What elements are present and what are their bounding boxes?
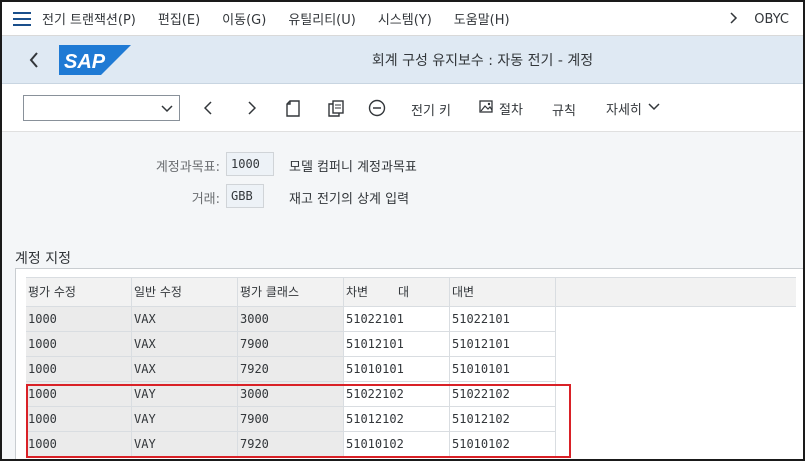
menu-system[interactable]: 시스템(Y) [378, 9, 432, 28]
cell-valuation-class: 3000 [238, 307, 344, 332]
cell-debit-account[interactable]: 51022101 [344, 307, 450, 332]
next-icon[interactable] [240, 96, 264, 120]
cell-credit-account[interactable]: 51022102 [450, 382, 556, 407]
column-header-valuation-class: 평가 클래스 [238, 277, 344, 307]
section-title: 계정 지정 [15, 251, 71, 267]
more-button[interactable]: 자세히 [606, 96, 660, 120]
rules-button[interactable]: 규칙 [552, 100, 576, 119]
cell-valuation-modifier: 1000 [26, 357, 132, 382]
cell-debit-account[interactable]: 51022102 [344, 382, 450, 407]
column-header-valuation-modifier: 평가 수정 [26, 277, 132, 307]
procedure-button[interactable]: 절차 [479, 96, 523, 120]
cell-general-modifier: VAX [132, 332, 238, 357]
cell-general-modifier: VAX [132, 307, 238, 332]
transaction-row: 거래: [2, 184, 220, 208]
debit-label: 차변 [346, 285, 369, 299]
hamburger-menu-icon[interactable] [2, 2, 42, 36]
column-header-general-modifier: 일반 수정 [132, 277, 238, 307]
menu-utilities[interactable]: 유틸리티(U) [288, 9, 356, 28]
previous-icon[interactable] [196, 96, 220, 120]
chart-of-accounts-field[interactable]: 1000 [226, 152, 274, 176]
cell-debit-account[interactable]: 51012101 [344, 332, 450, 357]
cell-valuation-class: 7900 [238, 407, 344, 432]
cell-credit-account[interactable]: 51012101 [450, 332, 556, 357]
cell-credit-account[interactable]: 51022101 [450, 307, 556, 332]
chevron-right-icon[interactable] [714, 10, 754, 28]
command-field[interactable] [23, 95, 180, 121]
posting-key-button[interactable]: 전기 키 [411, 100, 451, 119]
menu-posting-transaction[interactable]: 전기 트랜잭션(P) [42, 9, 136, 28]
shell-header: SAP 회계 구성 유지보수 : 자동 전기 - 계정 [2, 36, 803, 84]
column-header-debit: 차변 대 [344, 277, 450, 307]
column-header-credit: 대변 [450, 277, 556, 307]
chart-of-accounts-description: 모델 컴퍼니 계정과목표 [289, 160, 417, 175]
transaction-field[interactable]: GBB [226, 184, 264, 208]
menu-edit[interactable]: 편집(E) [158, 9, 200, 28]
copy-icon[interactable] [324, 96, 348, 120]
image-icon [479, 99, 493, 117]
cell-valuation-modifier: 1000 [26, 382, 132, 407]
cell-debit-account[interactable]: 51010101 [344, 357, 450, 382]
chart-of-accounts-row: 계정과목표: [2, 152, 220, 176]
cell-credit-account[interactable]: 51010101 [450, 357, 556, 382]
cell-valuation-class: 7920 [238, 357, 344, 382]
menu-goto[interactable]: 이동(G) [222, 9, 266, 28]
cell-general-modifier: VAY [132, 432, 238, 457]
chevron-down-icon[interactable] [161, 102, 173, 118]
delete-icon[interactable] [365, 96, 389, 120]
cell-debit-account[interactable]: 51010102 [344, 432, 450, 457]
account-assignment-table: 평가 수정 일반 수정 평가 클래스 차변 대 대변 1000 VAX 3000 51022101… [15, 268, 803, 459]
procedure-label: 절차 [499, 102, 523, 118]
cell-valuation-class: 3000 [238, 382, 344, 407]
transaction-label: 거래: [191, 192, 220, 207]
debit-sublabel: 대 [398, 285, 410, 299]
cell-general-modifier: VAY [132, 382, 238, 407]
cell-valuation-modifier: 1000 [26, 432, 132, 457]
menu-bar: 전기 트랜잭션(P) 편집(E) 이동(G) 유틸리티(U) 시스템(Y) 도움… [2, 2, 803, 36]
cell-debit-account[interactable]: 51012102 [344, 407, 450, 432]
cell-general-modifier: VAY [132, 407, 238, 432]
more-label: 자세히 [606, 102, 642, 118]
cell-valuation-modifier: 1000 [26, 332, 132, 357]
cell-valuation-class: 7900 [238, 332, 344, 357]
system-id: OBYC [754, 11, 789, 27]
cell-credit-account[interactable]: 51012102 [450, 407, 556, 432]
cell-credit-account[interactable]: 51010102 [450, 432, 556, 457]
transaction-description: 재고 전기의 상계 입력 [289, 192, 410, 207]
chart-of-accounts-label: 계정과목표: [155, 160, 220, 175]
chevron-down-icon [648, 100, 660, 116]
cell-valuation-class: 7920 [238, 432, 344, 457]
menu-help[interactable]: 도움말(H) [454, 9, 510, 28]
cell-valuation-modifier: 1000 [26, 407, 132, 432]
new-entry-icon[interactable] [281, 96, 305, 120]
application-toolbar: 전기 키 절차 규칙 자세히 [2, 84, 803, 132]
app-window: 전기 트랜잭션(P) 편집(E) 이동(G) 유틸리티(U) 시스템(Y) 도움… [0, 0, 805, 461]
page-title: 회계 구성 유지보수 : 자동 전기 - 계정 [371, 53, 594, 69]
cell-valuation-modifier: 1000 [26, 307, 132, 332]
cell-general-modifier: VAX [132, 357, 238, 382]
column-header-empty [556, 277, 796, 307]
